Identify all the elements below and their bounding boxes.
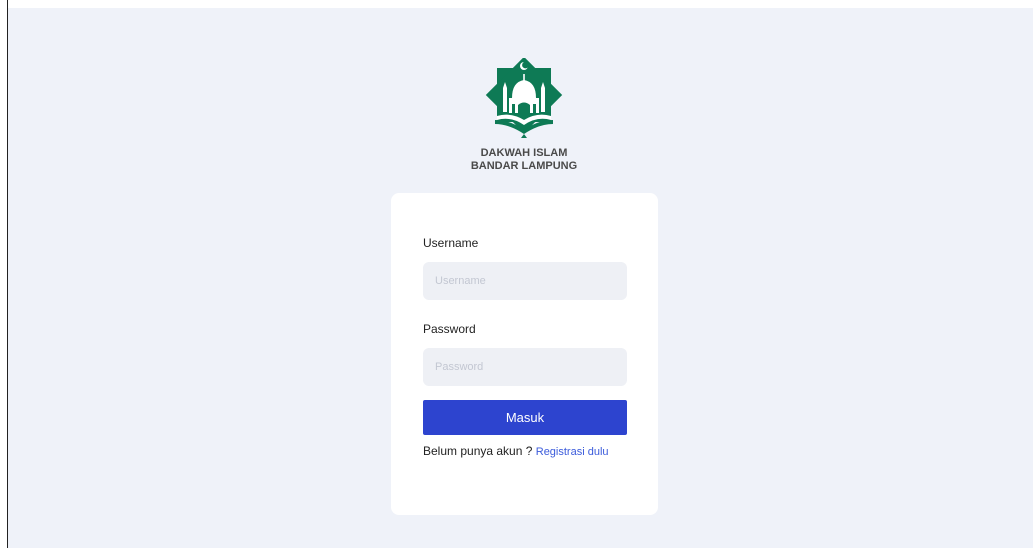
login-card: Username Password Masuk Belum punya akun… [391,193,658,515]
password-label: Password [423,322,476,336]
login-button[interactable]: Masuk [423,400,627,435]
username-label: Username [423,236,479,250]
signup-prompt-text: Belum punya akun ? [423,444,536,458]
brand-line-1: DAKWAH ISLAM [480,147,568,159]
mosque-logo-icon [485,58,563,138]
register-link[interactable]: Registrasi dulu [536,446,609,458]
signup-prompt: Belum punya akun ? Registrasi dulu [423,444,609,458]
brand-line-2: BANDAR LAMPUNG [470,160,578,172]
username-input[interactable] [423,262,627,300]
brand-name: DAKWAH ISLAM BANDAR LAMPUNG [416,147,632,173]
password-input[interactable] [423,348,627,386]
